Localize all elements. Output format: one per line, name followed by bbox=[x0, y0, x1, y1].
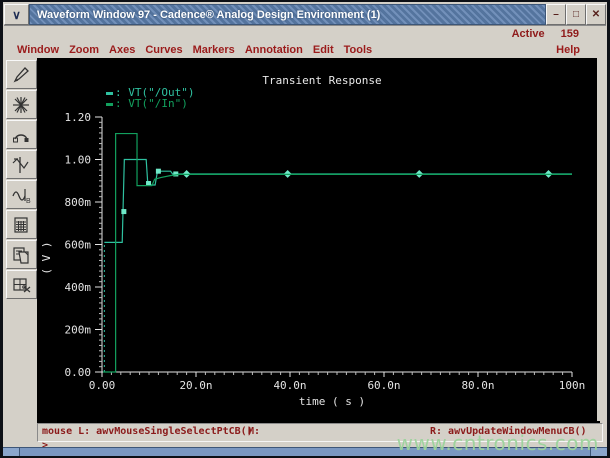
maximize-icon: □ bbox=[572, 9, 580, 20]
y-axis-label: ( V ) bbox=[40, 241, 53, 274]
y-tick-label: 600m bbox=[65, 239, 92, 252]
resize-corner-left[interactable] bbox=[3, 448, 19, 456]
close-icon: ✕ bbox=[591, 9, 601, 20]
x-tick-label: 60.0n bbox=[367, 379, 400, 392]
trace-VT("/In")[interactable] bbox=[102, 132, 572, 373]
title-stripe[interactable]: Waveform Window 97 - Cadence® Analog Des… bbox=[29, 4, 546, 25]
waveform-plot-area[interactable]: 0.00 200m 400m 600m 800m 1.00 1.20 0.00 20.0n 40.… bbox=[37, 58, 600, 423]
pen-icon bbox=[13, 66, 29, 82]
menu-bar: Window Zoom Axes Curves Markers Annotati… bbox=[4, 41, 606, 58]
y-tick-label: 1.20 bbox=[65, 111, 92, 124]
x-tick-label: 40.0n bbox=[273, 379, 306, 392]
left-toolbar: B bbox=[5, 58, 37, 421]
x-tick-label: 20.0n bbox=[179, 379, 212, 392]
menu-curves[interactable]: Curves bbox=[145, 44, 182, 56]
menu-markers[interactable]: Markers bbox=[193, 44, 235, 56]
window-menu-button[interactable]: ∨ bbox=[4, 4, 29, 25]
frame-separator bbox=[19, 448, 20, 456]
plot-svg: 0.00 200m 400m 600m 800m 1.00 1.20 0.00 20.0n 40.… bbox=[40, 74, 586, 408]
minimize-icon: – bbox=[553, 9, 559, 20]
watermark-text: www.cntronics.com bbox=[396, 431, 599, 455]
chevron-down-icon: ∨ bbox=[12, 7, 21, 22]
legend-marker bbox=[106, 92, 113, 95]
trace-square-marker bbox=[155, 168, 161, 174]
zoom-star-icon bbox=[13, 96, 29, 113]
point-marker-button[interactable] bbox=[5, 150, 37, 179]
mouse-middle-binding: M: bbox=[248, 426, 261, 437]
menu-tools[interactable]: Tools bbox=[344, 44, 373, 56]
maximize-button[interactable]: □ bbox=[566, 4, 586, 25]
menu-edit[interactable]: Edit bbox=[313, 44, 334, 56]
title-bar: ∨ Waveform Window 97 - Cadence® Analog D… bbox=[4, 4, 606, 26]
y-tick-label: 200m bbox=[65, 324, 92, 337]
active-row: Active 159 bbox=[4, 26, 606, 41]
menu-window[interactable]: Window bbox=[17, 44, 59, 56]
zoom-fit-button[interactable] bbox=[5, 90, 37, 119]
menu-help[interactable]: Help bbox=[556, 44, 580, 56]
trace-square-marker bbox=[121, 209, 127, 215]
legend-label: : VT("/In") bbox=[115, 97, 188, 110]
arc-probe-icon bbox=[13, 133, 29, 142]
x-tick-label: 80.0n bbox=[461, 379, 494, 392]
y-tick-label: 800m bbox=[65, 196, 92, 209]
calculator-button[interactable] bbox=[5, 210, 37, 239]
minimize-button[interactable]: – bbox=[546, 4, 566, 25]
cut-window-icon bbox=[13, 277, 31, 292]
legend-marker bbox=[106, 103, 113, 106]
copy-window-icon bbox=[13, 246, 29, 264]
plot-title: Transient Response bbox=[262, 74, 381, 87]
window-title: Waveform Window 97 - Cadence® Analog Des… bbox=[37, 8, 381, 21]
menu-zoom[interactable]: Zoom bbox=[69, 44, 99, 56]
right-gutter bbox=[597, 58, 606, 421]
copy-window-button[interactable] bbox=[5, 240, 37, 269]
menu-annotation[interactable]: Annotation bbox=[245, 44, 303, 56]
y-tick-label: 400m bbox=[65, 281, 92, 294]
subwindow-button[interactable] bbox=[5, 270, 37, 299]
mouse-left-binding: mouse L: awvMouseSingleSelectPtCB() bbox=[42, 426, 253, 437]
svg-text:B: B bbox=[26, 198, 31, 205]
active-label: Active bbox=[511, 27, 545, 40]
x-tick-label: 100n bbox=[559, 379, 586, 392]
sine-b-icon: B bbox=[12, 188, 31, 205]
calculator-icon bbox=[14, 216, 28, 233]
pen-tool-button[interactable] bbox=[5, 60, 37, 89]
close-button[interactable]: ✕ bbox=[586, 4, 606, 25]
menu-axes[interactable]: Axes bbox=[109, 44, 135, 56]
marker-waveform-icon bbox=[12, 156, 29, 173]
active-count: 159 bbox=[560, 27, 579, 40]
waveform-b-button[interactable]: B bbox=[5, 180, 37, 209]
y-tick-label: 1.00 bbox=[65, 154, 92, 167]
window-body: ∨ Waveform Window 97 - Cadence® Analog D… bbox=[3, 2, 607, 456]
x-axis-label: time ( s ) bbox=[299, 395, 365, 408]
x-tick-label: 0.00 bbox=[89, 379, 116, 392]
app-window: ∨ Waveform Window 97 - Cadence® Analog D… bbox=[0, 0, 610, 458]
y-tick-label: 0.00 bbox=[65, 366, 92, 379]
strip-mode-button[interactable] bbox=[5, 120, 37, 149]
